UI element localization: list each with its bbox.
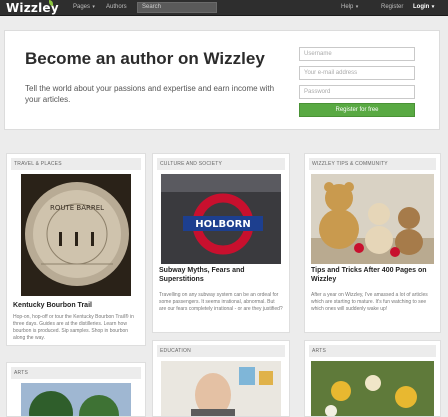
top-nav-bar: Wizzley Pages ▾ Authors Search Help ▾ Re…: [0, 0, 448, 16]
article-card[interactable]: WIZZLEY TIPS & COMMUNITY Tips and Tricks…: [304, 153, 441, 333]
article-card[interactable]: CULTURE AND SOCIETY HOLBORN Subway Myths…: [152, 153, 290, 333]
article-card[interactable]: ARTS: [304, 340, 441, 417]
article-card[interactable]: ARTS: [6, 362, 146, 417]
wizzley-logo[interactable]: Wizzley: [6, 0, 63, 15]
card-title[interactable]: Kentucky Bourbon Trail: [13, 301, 92, 310]
article-card[interactable]: TRAVEL & PLACES ROUTE BARREL Kentucky Bo…: [6, 153, 146, 346]
card-category: TRAVEL & PLACES: [11, 158, 141, 170]
email-field[interactable]: Your e-mail address: [299, 66, 415, 80]
chevron-down-icon: ▾: [354, 4, 359, 10]
card-excerpt: After a year on Wizzley, I've amassed a …: [311, 292, 428, 312]
arts-tree-image[interactable]: [21, 383, 131, 416]
teddy-bears-image[interactable]: [311, 174, 434, 264]
hero-subtitle: Tell the world about your passions and e…: [25, 84, 275, 104]
nav-pages[interactable]: Pages ▾: [73, 3, 95, 11]
card-category: ARTS: [309, 345, 436, 357]
bourbon-barrel-image[interactable]: ROUTE BARREL: [21, 174, 131, 296]
card-excerpt: Travelling on any subway system can be a…: [159, 292, 283, 312]
hero-title: Become an author on Wizzley: [25, 49, 265, 68]
chevron-down-icon: ▾: [91, 4, 95, 10]
arts-flowers-image[interactable]: [311, 361, 434, 416]
card-title[interactable]: Subway Myths, Fears and Superstitions: [159, 266, 279, 284]
article-card[interactable]: EDUCATION: [152, 340, 290, 417]
chevron-down-icon: ▾: [430, 4, 435, 10]
hero-panel: Become an author on Wizzley Tell the wor…: [4, 30, 440, 130]
card-excerpt: Hop-on, hop-off or tour the Kentucky Bou…: [13, 314, 134, 341]
password-field[interactable]: Password: [299, 85, 415, 99]
svg-text:HOLBORN: HOLBORN: [195, 219, 250, 230]
register-button[interactable]: Register for free: [299, 103, 415, 117]
card-category: ARTS: [11, 367, 141, 379]
card-category: WIZZLEY TIPS & COMMUNITY: [309, 158, 436, 170]
card-title[interactable]: Tips and Tricks After 400 Pages on Wizzl…: [311, 266, 436, 284]
subway-sign-image[interactable]: HOLBORN: [161, 174, 281, 264]
nav-login[interactable]: Login ▾: [413, 3, 434, 11]
nav-authors[interactable]: Authors: [106, 3, 127, 11]
education-person-image[interactable]: [161, 361, 281, 416]
card-category: CULTURE AND SOCIETY: [157, 158, 285, 170]
nav-register[interactable]: Register: [381, 3, 403, 11]
search-input[interactable]: Search: [137, 2, 217, 13]
card-category: EDUCATION: [157, 345, 285, 357]
username-field[interactable]: Username: [299, 47, 415, 61]
nav-help[interactable]: Help ▾: [341, 3, 358, 11]
svg-text:ROUTE BARREL: ROUTE BARREL: [50, 204, 104, 212]
